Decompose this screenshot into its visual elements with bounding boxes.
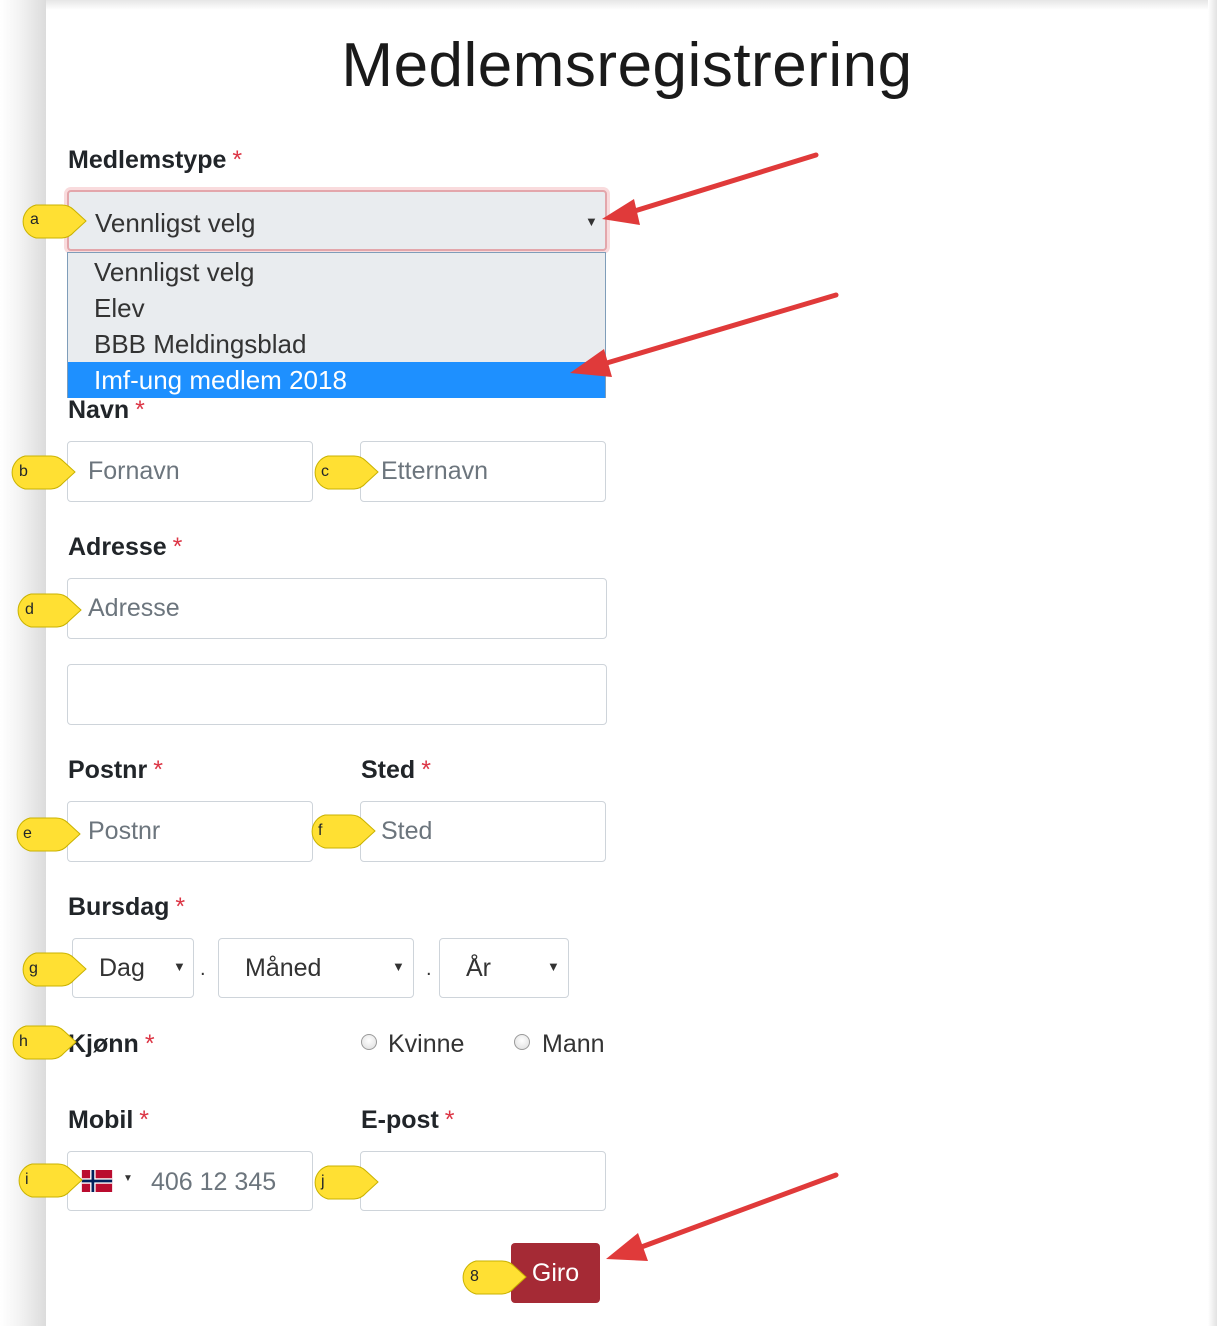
dag-value: Dag bbox=[99, 954, 145, 982]
callout-g-icon bbox=[22, 952, 87, 987]
medlemstype-label-text: Medlemstype bbox=[68, 146, 227, 174]
epost-input[interactable] bbox=[360, 1151, 606, 1211]
postnr-input[interactable] bbox=[67, 801, 313, 862]
norway-flag-icon[interactable] bbox=[81, 1170, 113, 1192]
medlemstype-selected-value: Vennligst velg bbox=[95, 208, 256, 238]
callout-a-label: a bbox=[30, 211, 39, 228]
maned-value: Måned bbox=[245, 954, 322, 982]
mann-label: Mann bbox=[542, 1030, 605, 1058]
sted-input[interactable] bbox=[360, 801, 606, 862]
required-marker: * bbox=[144, 1030, 155, 1058]
callout-g-label: g bbox=[29, 960, 38, 977]
mobil-label: Mobil * bbox=[68, 1106, 149, 1135]
callout-j-label: j bbox=[321, 1173, 325, 1190]
arrow-to-giro-icon bbox=[606, 1172, 839, 1261]
mobil-placeholder: 406 12 345 bbox=[151, 1168, 277, 1196]
callout-8-icon bbox=[462, 1260, 527, 1295]
callout-d-icon bbox=[17, 593, 82, 628]
callout-i-label: i bbox=[25, 1171, 29, 1188]
mann-radio[interactable] bbox=[514, 1034, 530, 1050]
callout-c-label: c bbox=[321, 463, 329, 480]
kjonn-label: Kjønn * bbox=[68, 1030, 155, 1059]
date-separator: . bbox=[200, 958, 206, 980]
medlemstype-label: Medlemstype * bbox=[68, 146, 242, 175]
sted-label-text: Sted bbox=[361, 756, 416, 784]
callout-b-label: b bbox=[19, 463, 28, 480]
page-title: Medlemsregistrering bbox=[341, 31, 913, 100]
ar-select[interactable]: År ▼ bbox=[439, 938, 569, 998]
adresse-input[interactable] bbox=[67, 578, 607, 639]
navn-label: Navn * bbox=[68, 396, 145, 425]
callout-d-label: d bbox=[25, 601, 34, 618]
medlemstype-dropdown: Vennligst velg Elev BBB Meldingsblad Imf… bbox=[67, 252, 606, 398]
page-shadow bbox=[0, 0, 46, 1326]
callout-j-icon bbox=[314, 1165, 379, 1200]
required-marker: * bbox=[232, 146, 243, 174]
adresse-label: Adresse * bbox=[68, 533, 182, 562]
adresse2-input[interactable] bbox=[67, 664, 607, 725]
postnr-label-text: Postnr bbox=[68, 756, 148, 784]
required-marker: * bbox=[444, 1106, 455, 1134]
navn-label-text: Navn bbox=[68, 396, 130, 424]
callout-b-icon bbox=[11, 455, 76, 490]
dag-select[interactable]: Dag ▼ bbox=[72, 938, 194, 998]
dropdown-option-elev[interactable]: Elev bbox=[68, 290, 605, 326]
arrow-to-option-icon bbox=[570, 292, 839, 377]
required-marker: * bbox=[421, 756, 431, 784]
page-shadow-right bbox=[1208, 0, 1217, 1326]
required-marker: * bbox=[153, 756, 163, 784]
arrow-to-select-icon bbox=[602, 152, 819, 225]
etternavn-input[interactable] bbox=[360, 441, 606, 502]
callout-a-icon bbox=[22, 204, 87, 239]
required-marker: * bbox=[175, 893, 186, 921]
callout-i-icon bbox=[18, 1163, 83, 1198]
sted-label: Sted * bbox=[361, 756, 431, 785]
bursdag-label-text: Bursdag bbox=[68, 893, 170, 921]
callout-f-label: f bbox=[318, 822, 323, 839]
dropdown-option-bbb-meldingsblad[interactable]: BBB Meldingsblad bbox=[68, 326, 605, 362]
kjonn-label-text: Kjønn bbox=[68, 1030, 139, 1058]
caret-down-icon: ▼ bbox=[173, 959, 186, 974]
epost-label-text: E-post bbox=[361, 1106, 439, 1134]
kvinne-label: Kvinne bbox=[388, 1030, 465, 1058]
callout-8-label: 8 bbox=[470, 1268, 479, 1285]
postnr-label: Postnr * bbox=[68, 756, 163, 785]
mobil-label-text: Mobil bbox=[68, 1106, 134, 1134]
maned-select[interactable]: Måned ▼ bbox=[218, 938, 414, 998]
mobil-input[interactable]: ▼ 406 12 345 bbox=[67, 1151, 313, 1211]
ar-value: År bbox=[466, 954, 491, 982]
callout-c-icon bbox=[314, 455, 379, 490]
epost-label: E-post * bbox=[361, 1106, 455, 1135]
dropdown-option-vennligst-velg[interactable]: Vennligst velg bbox=[68, 254, 605, 290]
callout-f-icon bbox=[311, 814, 376, 849]
adresse-label-text: Adresse bbox=[68, 533, 167, 561]
callout-h-icon bbox=[12, 1025, 77, 1060]
required-marker: * bbox=[139, 1106, 149, 1134]
required-marker: * bbox=[172, 533, 183, 561]
dropdown-option-imf-ung-medlem-2018[interactable]: Imf-ung medlem 2018 bbox=[68, 362, 605, 398]
bursdag-label: Bursdag * bbox=[68, 893, 185, 922]
required-marker: * bbox=[135, 396, 145, 424]
fornavn-input[interactable] bbox=[67, 441, 313, 502]
page-shadow-top bbox=[46, 0, 1217, 10]
callout-h-label: h bbox=[19, 1033, 28, 1050]
caret-down-icon: ▼ bbox=[123, 1173, 133, 1184]
caret-down-icon: ▼ bbox=[392, 959, 405, 974]
kvinne-radio[interactable] bbox=[361, 1034, 377, 1050]
medlemstype-select[interactable]: Vennligst velg ▼ bbox=[67, 190, 607, 251]
callout-e-icon bbox=[16, 817, 81, 852]
date-separator: . bbox=[426, 958, 432, 980]
callout-e-label: e bbox=[23, 825, 32, 842]
caret-down-icon: ▼ bbox=[547, 959, 560, 974]
